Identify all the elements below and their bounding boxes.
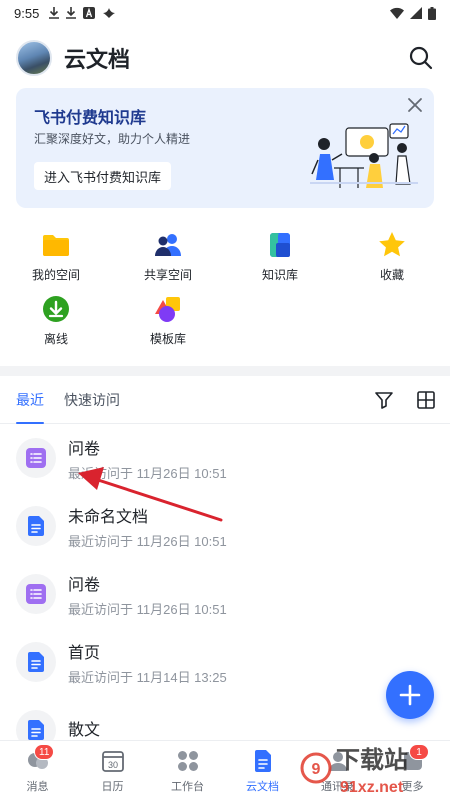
document-list: 问卷 最近访问于 11月26日 10:51 未命名文档 最近访问于 11月26日…	[0, 424, 450, 764]
tab-quick-access[interactable]: 快速访问	[64, 376, 120, 424]
promo-banner[interactable]: 飞书付费知识库 汇聚深度好文，助力个人精进 进入飞书付费知识库	[16, 88, 434, 208]
quick-my-space[interactable]: 我的空间	[0, 226, 112, 290]
cloud-docs-icon	[254, 750, 271, 772]
doc-name: 问卷	[68, 576, 101, 594]
folder-icon	[43, 235, 69, 256]
document-icon	[28, 516, 44, 536]
survey-icon	[26, 448, 46, 468]
battery-icon	[428, 6, 436, 20]
wifi-icon	[390, 7, 404, 19]
nav-label: 更多	[401, 781, 424, 793]
doc-icon-wrap	[16, 506, 56, 546]
page-title: 云文档	[64, 47, 131, 72]
quick-label: 离线	[43, 332, 68, 346]
grid-view-icon[interactable]	[416, 390, 436, 410]
document-icon	[28, 652, 44, 672]
shared-space-icon	[155, 234, 181, 256]
quick-templates[interactable]: 模板库	[112, 290, 224, 354]
promo-subtitle: 汇聚深度好文，助力个人精进	[34, 132, 191, 146]
header: 云文档	[16, 36, 434, 80]
quick-shared-space[interactable]: 共享空间	[112, 226, 224, 290]
tab-recent[interactable]: 最近	[16, 376, 44, 424]
list-item[interactable]: 未命名文档 最近访问于 11月26日 10:51	[0, 492, 450, 560]
promo-title: 飞书付费知识库	[34, 110, 147, 127]
doc-name: 未命名文档	[68, 508, 149, 526]
unread-badge: 1	[409, 744, 429, 760]
quick-label: 我的空间	[31, 268, 80, 282]
nav-docs[interactable]: 云文档	[225, 741, 300, 800]
nav-workbench[interactable]: 工作台	[150, 741, 225, 800]
nav-label: 工作台	[171, 781, 204, 793]
status-bar: 9:55	[0, 0, 450, 26]
nav-more[interactable]: 1 更多	[375, 741, 450, 800]
doc-icon-wrap	[16, 438, 56, 478]
search-icon[interactable]	[408, 45, 434, 71]
list-item[interactable]: 问卷 最近访问于 11月26日 10:51	[0, 560, 450, 628]
doc-time: 最近访问于 11月26日 10:51	[68, 533, 227, 549]
status-time: 9:55	[14, 5, 40, 21]
quick-favorites[interactable]: 收藏	[336, 226, 448, 290]
doc-time: 最近访问于 11月26日 10:51	[68, 601, 227, 617]
quick-label: 共享空间	[143, 268, 192, 282]
download-icon	[66, 7, 77, 19]
nav-calendar[interactable]: 30 日历	[75, 741, 150, 800]
calendar-icon: 30	[101, 751, 124, 772]
doc-tabs: 最近 快速访问	[0, 376, 450, 424]
promo-illustration-icon	[310, 123, 418, 188]
filter-icon[interactable]	[374, 390, 394, 410]
nav-label: 日历	[101, 781, 124, 793]
list-item[interactable]: 问卷 最近访问于 11月26日 10:51	[0, 424, 450, 492]
nav-label: 云文档	[246, 781, 279, 793]
quick-label: 知识库	[261, 268, 298, 282]
avatar[interactable]	[16, 40, 52, 76]
section-divider	[0, 366, 450, 376]
quick-label: 模板库	[149, 332, 186, 346]
star-icon	[379, 232, 405, 257]
calendar-date: 30	[107, 760, 117, 770]
wiki-icon	[270, 233, 290, 257]
doc-time: 最近访问于 11月26日 10:51	[68, 465, 227, 481]
signal-icon	[410, 7, 422, 19]
quick-wiki[interactable]: 知识库	[224, 226, 336, 290]
template-icon	[155, 297, 180, 322]
doc-name: 问卷	[68, 440, 101, 458]
doc-icon-wrap	[16, 574, 56, 614]
contacts-icon	[328, 752, 347, 771]
plus-icon	[399, 684, 421, 706]
doc-time: 最近访问于 11月14日 13:25	[68, 669, 227, 685]
apps-grid-icon	[177, 751, 198, 771]
unread-badge: 11	[34, 744, 55, 760]
nav-contacts[interactable]: 通讯录	[300, 741, 375, 800]
quick-access-grid: 我的空间 共享空间 知识库 收藏 离线 模板库	[0, 226, 450, 354]
quick-offline[interactable]: 离线	[0, 290, 112, 354]
offline-download-icon	[43, 296, 69, 322]
nav-messages[interactable]: 11 消息	[0, 741, 75, 800]
close-icon[interactable]	[406, 96, 424, 114]
doc-name: 首页	[68, 644, 101, 662]
nav-label: 消息	[26, 781, 49, 793]
download-icon	[49, 7, 60, 19]
create-button[interactable]	[386, 671, 434, 719]
bottom-nav: 11 消息 30 日历 工作台 云文档 通讯录 1 更多	[0, 740, 450, 800]
quick-label: 收藏	[379, 268, 404, 282]
list-item[interactable]: 首页 最近访问于 11月14日 13:25	[0, 628, 450, 696]
survey-icon	[26, 584, 46, 604]
document-icon	[28, 720, 44, 740]
doc-icon-wrap	[16, 642, 56, 682]
doc-name: 散文	[68, 722, 101, 739]
nav-label: 通讯录	[321, 781, 354, 793]
app-a-icon	[83, 7, 96, 19]
promo-enter-button[interactable]: 进入飞书付费知识库	[34, 162, 172, 190]
bird-icon	[103, 8, 116, 18]
